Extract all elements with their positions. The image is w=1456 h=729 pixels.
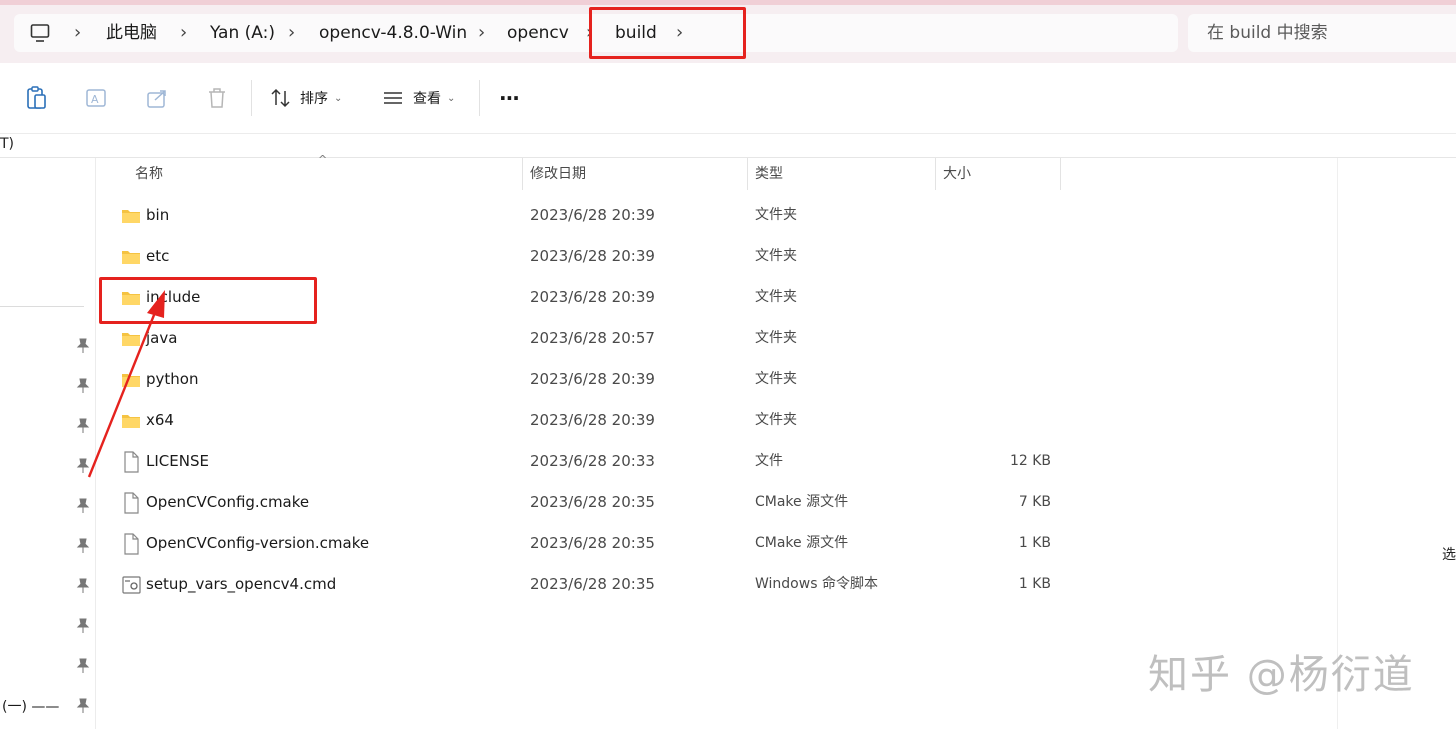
watermark: 知乎 @杨衍道 bbox=[1148, 652, 1415, 698]
annotation-arrow bbox=[87, 290, 165, 478]
truncated-text: 选 bbox=[1442, 547, 1456, 563]
